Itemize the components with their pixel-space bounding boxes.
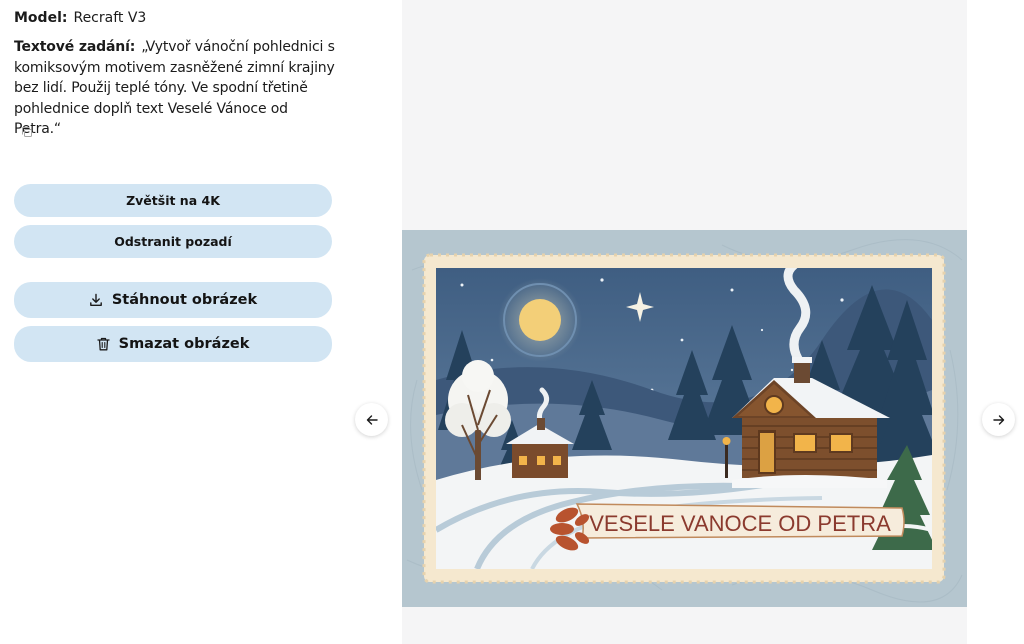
copy-icon[interactable] <box>20 124 34 138</box>
christmas-postcard-illustration: VESELE VANOCE OD PETRA <box>402 230 967 607</box>
upscale-4k-button[interactable]: Zvětšit na 4K <box>14 184 332 217</box>
delete-image-button[interactable]: Smazat obrázek <box>14 326 332 362</box>
generated-image: VESELE VANOCE OD PETRA <box>402 230 967 607</box>
prompt-label: Textové zadání: <box>14 39 136 55</box>
model-label: Model: <box>14 10 68 26</box>
arrow-right-icon <box>992 414 1004 425</box>
trash-icon <box>96 337 110 351</box>
download-image-label: Stáhnout obrázek <box>111 292 258 308</box>
arrow-left-icon <box>366 414 378 425</box>
model-info: Model: Recraft V3 <box>14 9 146 27</box>
image-gallery: VESELE VANOCE OD PETRA <box>402 0 967 644</box>
image-details-panel: Model: Recraft V3 Textové zadání: „Vytvoř … <box>0 0 345 644</box>
download-image-button[interactable]: Stáhnout obrázek <box>14 282 332 318</box>
remove-background-label: Odstranit pozadí <box>114 234 232 249</box>
download-icon <box>89 293 102 306</box>
postcard-banner-text: VESELE VANOCE OD PETRA <box>589 511 891 536</box>
upscale-4k-label: Zvětšit na 4K <box>126 193 220 208</box>
model-value: Recraft V3 <box>73 10 147 26</box>
next-image-button[interactable] <box>982 403 1015 436</box>
remove-background-button[interactable]: Odstranit pozadí <box>14 225 332 258</box>
prompt-info: Textové zadání: „Vytvoř vánoční pohlednic… <box>14 37 336 140</box>
previous-image-button[interactable] <box>355 403 388 436</box>
delete-image-label: Smazat obrázek <box>118 336 250 352</box>
